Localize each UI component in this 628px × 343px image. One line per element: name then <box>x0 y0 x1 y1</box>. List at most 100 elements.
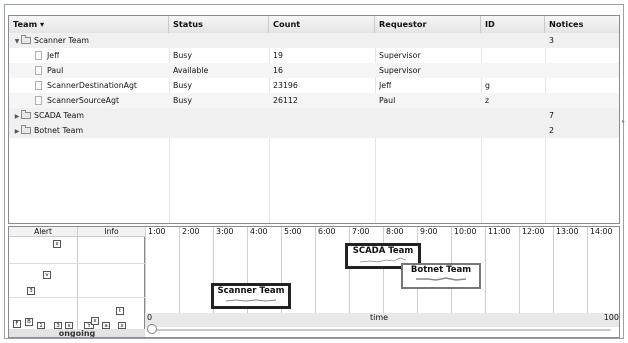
column-header-requestor[interactable]: Requestor <box>375 16 481 33</box>
ongoing-label: ongoing <box>9 329 145 337</box>
requestor-cell: Jeff <box>379 81 392 90</box>
activity-sparkline-icon <box>416 277 466 281</box>
time-slider-track[interactable] <box>151 329 611 331</box>
alert-box[interactable]: v <box>43 271 51 279</box>
activity-sparkline-icon <box>360 257 406 263</box>
group-row[interactable]: ▶ Botnet Team 2 <box>9 123 619 138</box>
count-cell: 23196 <box>273 81 298 90</box>
document-icon <box>35 51 42 60</box>
table-row[interactable]: ScannerDestinationAgt Busy 23196 Jeff g <box>9 78 619 93</box>
folder-icon <box>21 125 31 134</box>
team-name: Botnet Team <box>34 126 84 135</box>
collapsed-chevron-icon[interactable]: ▶ <box>13 109 21 123</box>
time-tick-label: 6:00 <box>315 227 349 315</box>
team-name: SCADA Team <box>34 111 85 120</box>
column-divider <box>77 237 78 329</box>
team-card-scanner[interactable]: Scanner Team <box>211 283 291 309</box>
notices-cell: 3 <box>549 36 554 45</box>
team-name: Paul <box>47 66 64 75</box>
time-tick-label: 7:00 <box>349 227 383 315</box>
status-cell: Busy <box>173 51 192 60</box>
time-tick-label: 11:00 <box>485 227 519 315</box>
status-cell: Available <box>173 66 209 75</box>
folder-icon <box>21 110 31 119</box>
alert-box[interactable]: F <box>13 320 21 328</box>
status-cell: Busy <box>173 96 192 105</box>
table-row[interactable]: ScannerSourceAgt Busy 26112 Paul z <box>9 93 619 108</box>
notices-cell: 7 <box>549 111 554 120</box>
alert-header: Alert <box>9 227 77 237</box>
team-name: ScannerDestinationAgt <box>47 81 137 90</box>
team-cell: ▶ SCADA Team <box>9 108 84 123</box>
column-header-count[interactable]: Count <box>269 16 375 33</box>
time-tick-label: 12:00 <box>519 227 553 315</box>
requestor-cell: Paul <box>379 96 396 105</box>
alert-info-panel: Alert Info x v 3 t F B 1 3 Y x a x x ong… <box>9 227 145 337</box>
column-header-status[interactable]: Status <box>169 16 269 33</box>
info-box[interactable]: a <box>102 322 110 329</box>
expanded-chevron-icon[interactable]: ▼ <box>13 34 21 48</box>
timeline-area: Alert Info x v 3 t F B 1 3 Y x a x x ong… <box>8 226 620 338</box>
team-card-title: Scanner Team <box>217 286 285 296</box>
team-name: Jeff <box>47 51 60 60</box>
document-icon <box>35 66 42 75</box>
activity-sparkline-icon <box>226 299 276 302</box>
team-grid: Team ▾ Status Count Requestor ID Notices… <box>8 15 620 224</box>
time-axis-strip: 0 time 100 <box>145 313 619 327</box>
status-cell: Busy <box>173 81 192 90</box>
team-cell: ScannerSourceAgt <box>9 93 119 108</box>
alert-box[interactable]: 1 <box>37 322 45 329</box>
alert-box[interactable]: B <box>25 318 33 326</box>
team-name: Scanner Team <box>34 36 89 45</box>
time-slider-thumb[interactable] <box>147 324 157 334</box>
notices-cell: 2 <box>549 126 554 135</box>
row-divider <box>9 263 145 264</box>
time-tick-label: 14:00 <box>587 227 619 315</box>
row-divider <box>9 297 145 298</box>
table-row[interactable]: Jeff Busy 19 Supervisor <box>9 48 619 63</box>
alert-box[interactable]: x <box>53 240 61 248</box>
folder-icon <box>21 35 31 44</box>
column-header-team[interactable]: Team ▾ <box>9 16 169 33</box>
count-cell: 19 <box>273 51 283 60</box>
team-cell: Jeff <box>9 48 59 63</box>
team-name: ScannerSourceAgt <box>47 96 120 105</box>
team-card-title: Botnet Team <box>410 265 472 275</box>
id-cell: z <box>485 96 490 105</box>
time-tick-label: 13:00 <box>553 227 587 315</box>
team-cell: ▼ Scanner Team <box>9 33 89 48</box>
timeline-panel: 1:00 2:00 3:00 4:00 5:00 6:00 7:00 8:00 9:00 10:0… <box>145 227 619 337</box>
time-tick-label: 1:00 <box>145 227 179 315</box>
document-icon <box>35 81 42 90</box>
team-card-botnet[interactable]: Botnet Team <box>401 263 481 289</box>
column-header-notices[interactable]: Notices <box>545 16 619 33</box>
info-header: Info <box>77 227 145 237</box>
axis-max-label: 100 <box>603 313 619 322</box>
info-box[interactable]: x <box>91 317 99 325</box>
info-box[interactable]: x <box>118 322 126 329</box>
document-icon <box>35 96 42 105</box>
collapsed-chevron-icon[interactable]: ▶ <box>13 124 21 138</box>
alert-box[interactable]: 3 <box>54 322 62 329</box>
group-row[interactable]: ▼ Scanner Team 3 <box>9 33 619 48</box>
requestor-cell: Supervisor <box>379 66 421 75</box>
team-card-title: SCADA Team <box>352 246 414 256</box>
team-cell: ▶ Botnet Team <box>9 123 83 138</box>
axis-min-label: 0 <box>147 313 153 322</box>
time-tick-label: 2:00 <box>179 227 213 315</box>
id-cell: g <box>485 81 490 90</box>
info-box[interactable]: t <box>116 307 124 315</box>
group-row[interactable]: ▶ SCADA Team 7 <box>9 108 619 123</box>
alert-box[interactable]: 3 <box>27 287 35 295</box>
grid-header: Team ▾ Status Count Requestor ID Notices <box>9 16 619 34</box>
requestor-cell: Supervisor <box>379 51 421 60</box>
team-cell: Paul <box>9 63 63 78</box>
alert-box[interactable]: x <box>65 322 73 329</box>
count-cell: 16 <box>273 66 283 75</box>
resize-handle-icon[interactable]: ▸ <box>622 118 625 125</box>
team-cell: ScannerDestinationAgt <box>9 78 137 93</box>
table-row[interactable]: Paul Available 16 Supervisor <box>9 63 619 78</box>
time-axis-label: time <box>370 313 389 322</box>
column-header-id[interactable]: ID <box>481 16 545 33</box>
count-cell: 26112 <box>273 96 298 105</box>
